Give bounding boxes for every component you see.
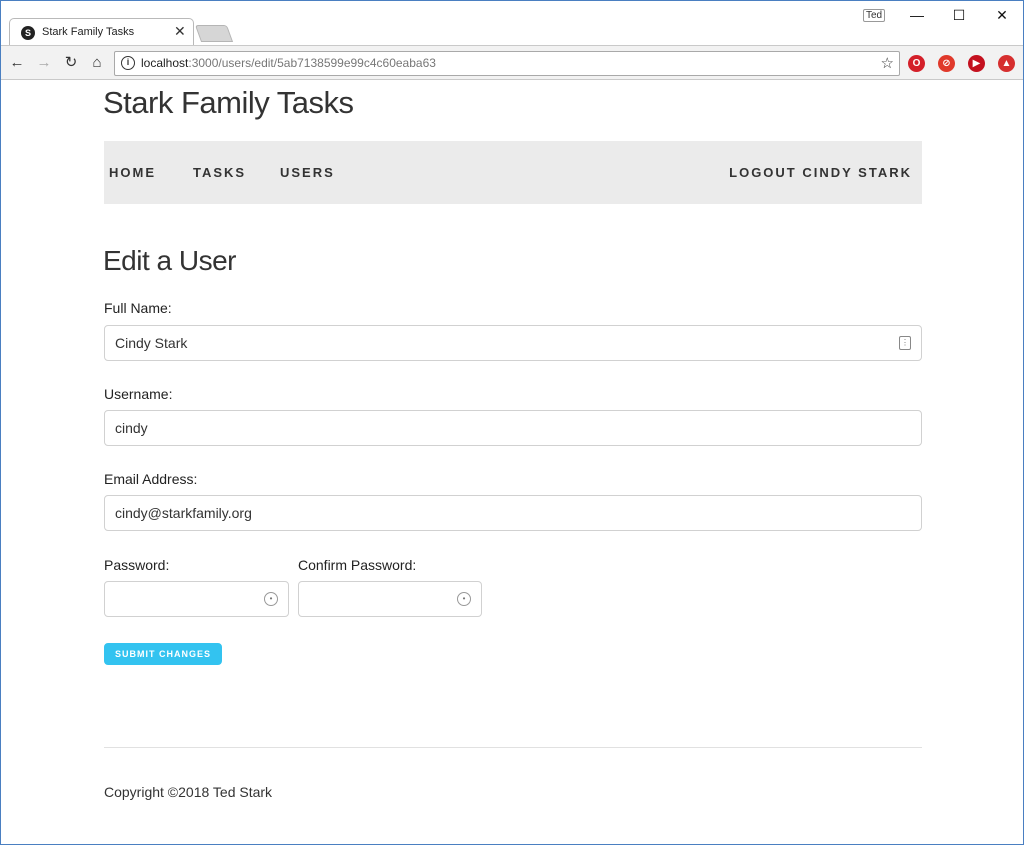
home-icon[interactable]: ⌂ — [87, 52, 107, 74]
nav-logout-link[interactable]: LOGOUT CINDY STARK — [729, 165, 912, 180]
profile-button[interactable]: Ted — [863, 9, 886, 22]
page-heading: Edit a User — [103, 245, 237, 276]
tab-title: Stark Family Tasks — [42, 26, 135, 38]
username-value: cindy — [115, 420, 148, 436]
browser-titlebar: S Stark Family Tasks ✕ Ted — ☐ ✕ — [1, 1, 1023, 46]
contact-card-icon[interactable]: ⋮ — [899, 336, 911, 350]
username-label: Username: — [104, 386, 173, 402]
address-bar[interactable]: i localhost:3000/users/edit/5ab7138599e9… — [114, 51, 900, 76]
opera-extension-icon[interactable]: O — [908, 55, 925, 72]
bookmark-star-icon[interactable]: ☆ — [881, 54, 894, 72]
site-favicon-icon: S — [21, 26, 35, 40]
email-label: Email Address: — [104, 471, 198, 487]
email-value: cindy@starkfamily.org — [115, 505, 252, 521]
full-name-label: Full Name: — [104, 300, 172, 316]
confirm-password-field[interactable]: • — [298, 581, 482, 617]
maximize-icon[interactable]: ☐ — [949, 5, 969, 25]
nav-users-link[interactable]: USERS — [280, 165, 335, 180]
username-field[interactable]: cindy — [104, 410, 922, 446]
copyright-text: Copyright ©2018 Ted Stark — [104, 784, 273, 800]
tab-close-icon[interactable]: ✕ — [174, 23, 186, 40]
info-icon[interactable]: i — [121, 56, 135, 70]
password-key-icon[interactable]: • — [264, 592, 278, 606]
play-extension-icon[interactable]: ▶ — [968, 55, 985, 72]
email-field[interactable]: cindy@starkfamily.org — [104, 495, 922, 531]
stop-extension-icon[interactable]: ⊘ — [938, 55, 955, 72]
password-field[interactable]: • — [104, 581, 289, 617]
footer-divider — [104, 747, 922, 748]
nav-home-link[interactable]: HOME — [109, 165, 156, 180]
forward-icon[interactable]: → — [34, 52, 54, 74]
reload-icon[interactable]: ↻ — [61, 52, 81, 74]
browser-toolbar: ← → ↻ ⌂ i localhost:3000/users/edit/5ab7… — [1, 45, 1023, 80]
url-path: :3000/users/edit/5ab7138599e99c4c60eaba6… — [188, 56, 436, 70]
url-text: localhost:3000/users/edit/5ab7138599e99c… — [141, 56, 436, 70]
upload-extension-icon[interactable]: ▲ — [998, 55, 1015, 72]
submit-changes-button[interactable]: SUBMIT CHANGES — [104, 643, 222, 665]
page-content: Stark Family Tasks HOME TASKS USERS LOGO… — [1, 81, 1023, 844]
nav-tasks-link[interactable]: TASKS — [193, 165, 246, 180]
new-tab-button[interactable] — [194, 25, 234, 42]
navbar: HOME TASKS USERS LOGOUT CINDY STARK — [104, 141, 922, 204]
password-label: Password: — [104, 557, 170, 573]
confirm-password-key-icon[interactable]: • — [457, 592, 471, 606]
full-name-field[interactable]: Cindy Stark ⋮ — [104, 325, 922, 361]
full-name-value: Cindy Stark — [115, 335, 188, 351]
back-icon[interactable]: ← — [7, 52, 27, 74]
browser-tab[interactable]: S Stark Family Tasks ✕ — [9, 18, 194, 46]
window-close-icon[interactable]: ✕ — [992, 5, 1012, 25]
site-title: Stark Family Tasks — [103, 85, 354, 120]
url-host: localhost — [141, 56, 189, 70]
confirm-password-label: Confirm Password: — [298, 557, 417, 573]
minimize-icon[interactable]: — — [907, 5, 927, 25]
